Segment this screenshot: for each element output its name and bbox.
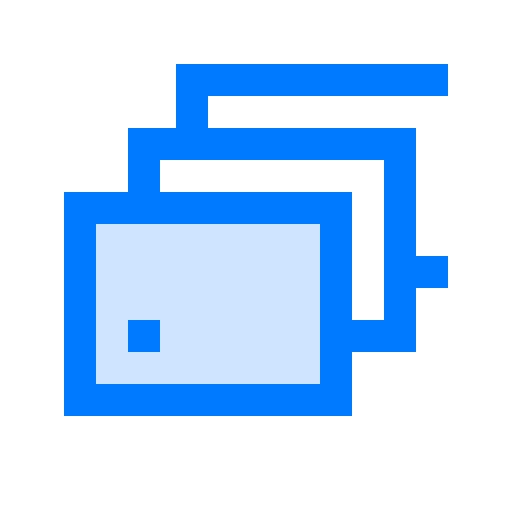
- back-card-left-edge: [176, 64, 208, 128]
- front-card-fill: [96, 224, 320, 384]
- front-card-marker: [128, 320, 160, 352]
- middle-card-bottom-edge: [352, 320, 416, 352]
- front-card: [64, 192, 352, 416]
- front-card-border-left: [64, 192, 96, 416]
- back-card-right-stub: [416, 256, 448, 288]
- stacked-cards-icon: [64, 64, 448, 416]
- icon-canvas: [0, 0, 512, 512]
- middle-card-right-edge: [384, 128, 416, 352]
- back-card-top-edge: [176, 64, 448, 96]
- middle-card-top-edge: [128, 128, 416, 160]
- middle-card-left-edge: [128, 128, 160, 192]
- front-card-border-top: [64, 192, 352, 224]
- front-card-border-right: [320, 192, 352, 416]
- front-card-border-bottom: [64, 384, 352, 416]
